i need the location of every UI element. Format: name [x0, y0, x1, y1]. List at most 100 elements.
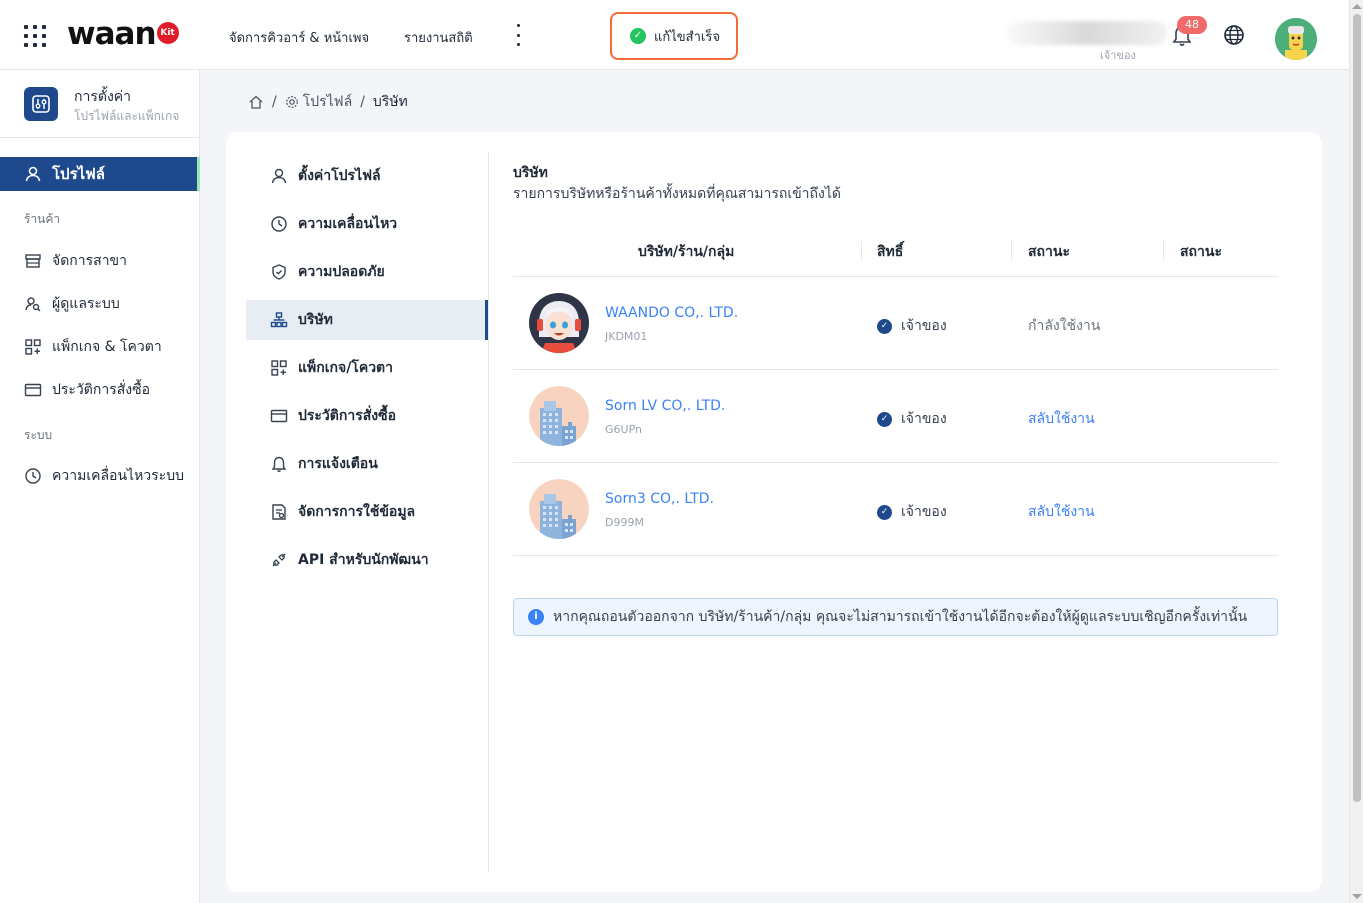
sidebar-item-profile[interactable]: โปรไฟล์: [0, 157, 200, 191]
subnav-packages[interactable]: แพ็กเกจ/โควตา: [246, 348, 488, 388]
girl-avatar: [529, 293, 589, 353]
sidebar-item-packages[interactable]: แพ็กเกจ & โควตา: [24, 336, 162, 358]
home-icon[interactable]: [248, 94, 264, 110]
role-cell: ✓ เจ้าของ: [877, 501, 947, 523]
globe-icon[interactable]: [1222, 23, 1246, 47]
role-label: เจ้าของ: [901, 504, 947, 520]
history-icon: [271, 216, 287, 232]
column-header-company: บริษัท/ร้าน/กลุ่ม: [638, 244, 735, 260]
building-avatar: [529, 479, 589, 539]
sidebar-item-orders[interactable]: ประวัติการสั่งซื้อ: [24, 379, 150, 401]
sidebar-item-system-activity[interactable]: ความเคลื่อนไหวระบบ: [24, 465, 184, 487]
more-menu-icon[interactable]: [512, 24, 524, 46]
user-search-icon: [25, 297, 41, 312]
subnav-security[interactable]: ความปลอดภัย: [246, 252, 488, 292]
bell-icon: [271, 456, 287, 472]
sidebar-title: การตั้งค่า: [74, 89, 132, 105]
switch-company-link[interactable]: สลับใช้งาน: [1028, 501, 1095, 523]
subnav-label: ตั้งค่าโปรไฟล์: [298, 168, 381, 184]
sidebar-item-label: ความเคลื่อนไหวระบบ: [52, 468, 184, 484]
check-circle-icon: ✓: [630, 28, 646, 44]
org-icon: [270, 312, 288, 328]
shield-icon: [272, 264, 286, 280]
table-divider: [513, 276, 1278, 277]
subnav-notifications[interactable]: การแจ้งเตือน: [246, 444, 488, 484]
scroll-thumb[interactable]: [1353, 14, 1361, 802]
info-message: หากคุณถอนตัวออกจาก บริษัท/ร้านค้า/กลุ่ม …: [553, 609, 1248, 625]
user-name-blurred[interactable]: [1007, 21, 1167, 45]
subnav-company[interactable]: บริษัท: [246, 300, 488, 340]
success-toast: ✓ แก้ไขสำเร็จ: [610, 12, 738, 60]
toast-message: แก้ไขสำเร็จ: [654, 29, 720, 45]
subnav-activity[interactable]: ความเคลื่อนไหว: [246, 204, 488, 244]
status-active: กำลังใช้งาน: [1028, 318, 1101, 334]
breadcrumb-profile[interactable]: โปรไฟล์: [303, 91, 352, 113]
company-name-link[interactable]: Sorn LV CO,. LTD.: [605, 398, 725, 414]
sidebar-item-label: แพ็กเกจ & โควตา: [52, 339, 162, 355]
top-bar: waan Kit จัดการคิวอาร์ & หน้าเพจ รายงานส…: [0, 0, 1349, 70]
card-icon: [270, 409, 288, 423]
check-circle-icon: ✓: [877, 504, 892, 520]
company-code: G6UPn: [605, 423, 642, 436]
sidebar-subtitle: โปรไฟล์และแพ็กเกจ: [74, 109, 180, 123]
column-separator: [861, 241, 862, 261]
check-circle-icon: ✓: [877, 318, 892, 334]
subnav-api[interactable]: API สำหรับนักพัฒนา: [246, 540, 488, 580]
nav-qr-pages[interactable]: จัดการคิวอาร์ & หน้าเพจ: [229, 27, 369, 48]
sidebar-section-store: ร้านค้า: [24, 212, 61, 226]
company-code: JKDM01: [605, 330, 648, 343]
breadcrumb: / โปรไฟล์ / บริษัท: [248, 91, 408, 113]
sidebar-item-label: โปรไฟล์: [52, 165, 105, 183]
app-grid-icon[interactable]: [24, 25, 46, 47]
sidebar-item-admins[interactable]: ผู้ดูแลระบบ: [24, 293, 120, 315]
info-icon: i: [528, 609, 544, 625]
logo-text: waan: [67, 16, 157, 52]
subnav-label: ประวัติการสั่งซื้อ: [298, 408, 397, 424]
sidebar-item-branches[interactable]: จัดการสาขา: [24, 250, 127, 272]
subnav-label: ความปลอดภัย: [298, 264, 385, 280]
breadcrumb-separator: /: [360, 94, 365, 110]
check-circle-icon: ✓: [877, 411, 892, 427]
sidebar: การตั้งค่า โปรไฟล์และแพ็กเกจ โปรไฟล์ ร้า…: [0, 70, 200, 903]
role-cell: ✓ เจ้าของ: [877, 408, 947, 430]
scroll-up-icon[interactable]: [1352, 4, 1362, 9]
company-code: D999M: [605, 516, 644, 529]
subnav-label: ความเคลื่อนไหว: [298, 216, 398, 232]
settings-sliders-icon: [24, 87, 58, 121]
info-alert: i หากคุณถอนตัวออกจาก บริษัท/ร้านค้า/กลุ่…: [513, 598, 1278, 636]
role-label: เจ้าของ: [901, 318, 947, 334]
data-icon: [272, 504, 286, 520]
sidebar-header: การตั้งค่า โปรไฟล์และแพ็กเกจ: [0, 70, 200, 138]
sidebar-item-label: ผู้ดูแลระบบ: [52, 296, 120, 312]
table-divider: [513, 462, 1278, 463]
subnav-label: API สำหรับนักพัฒนา: [298, 552, 429, 568]
gear-icon: [285, 96, 298, 108]
building-avatar: [529, 386, 589, 446]
user-avatar[interactable]: [1275, 18, 1317, 60]
sidebar-item-label: จัดการสาขา: [52, 253, 127, 269]
company-name-link[interactable]: Sorn3 CO,. LTD.: [605, 491, 714, 507]
switch-company-link[interactable]: สลับใช้งาน: [1028, 408, 1095, 430]
breadcrumb-current: บริษัท: [372, 94, 408, 110]
user-icon: [25, 166, 41, 182]
column-header-status-2: สถานะ: [1180, 244, 1222, 260]
store-icon: [25, 254, 41, 268]
column-separator: [1163, 241, 1164, 261]
nav-reports[interactable]: รายงานสถิติ: [404, 27, 473, 48]
logo[interactable]: waan Kit: [67, 16, 179, 52]
subnav-profile-settings[interactable]: ตั้งค่าโปรไฟล์: [246, 156, 488, 196]
subnav-data-usage[interactable]: จัดการการใช้ข้อมูล: [246, 492, 488, 532]
sidebar-item-label: ประวัติการสั่งซื้อ: [52, 382, 151, 398]
subnav-label: บริษัท: [298, 312, 333, 328]
subnav-label: จัดการการใช้ข้อมูล: [298, 504, 416, 520]
sidebar-section-system: ระบบ: [24, 428, 53, 442]
subnav-label: แพ็กเกจ/โควตา: [298, 360, 394, 376]
column-separator: [1011, 241, 1012, 261]
section-title: บริษัท: [513, 165, 548, 181]
subnav-divider: [488, 152, 489, 872]
company-name-link[interactable]: WAANDO CO,. LTD.: [605, 305, 738, 321]
subnav-orders[interactable]: ประวัติการสั่งซื้อ: [246, 396, 488, 436]
scroll-down-icon[interactable]: [1352, 894, 1362, 899]
page-scrollbar[interactable]: [1349, 0, 1363, 903]
logo-badge: Kit: [156, 21, 179, 44]
